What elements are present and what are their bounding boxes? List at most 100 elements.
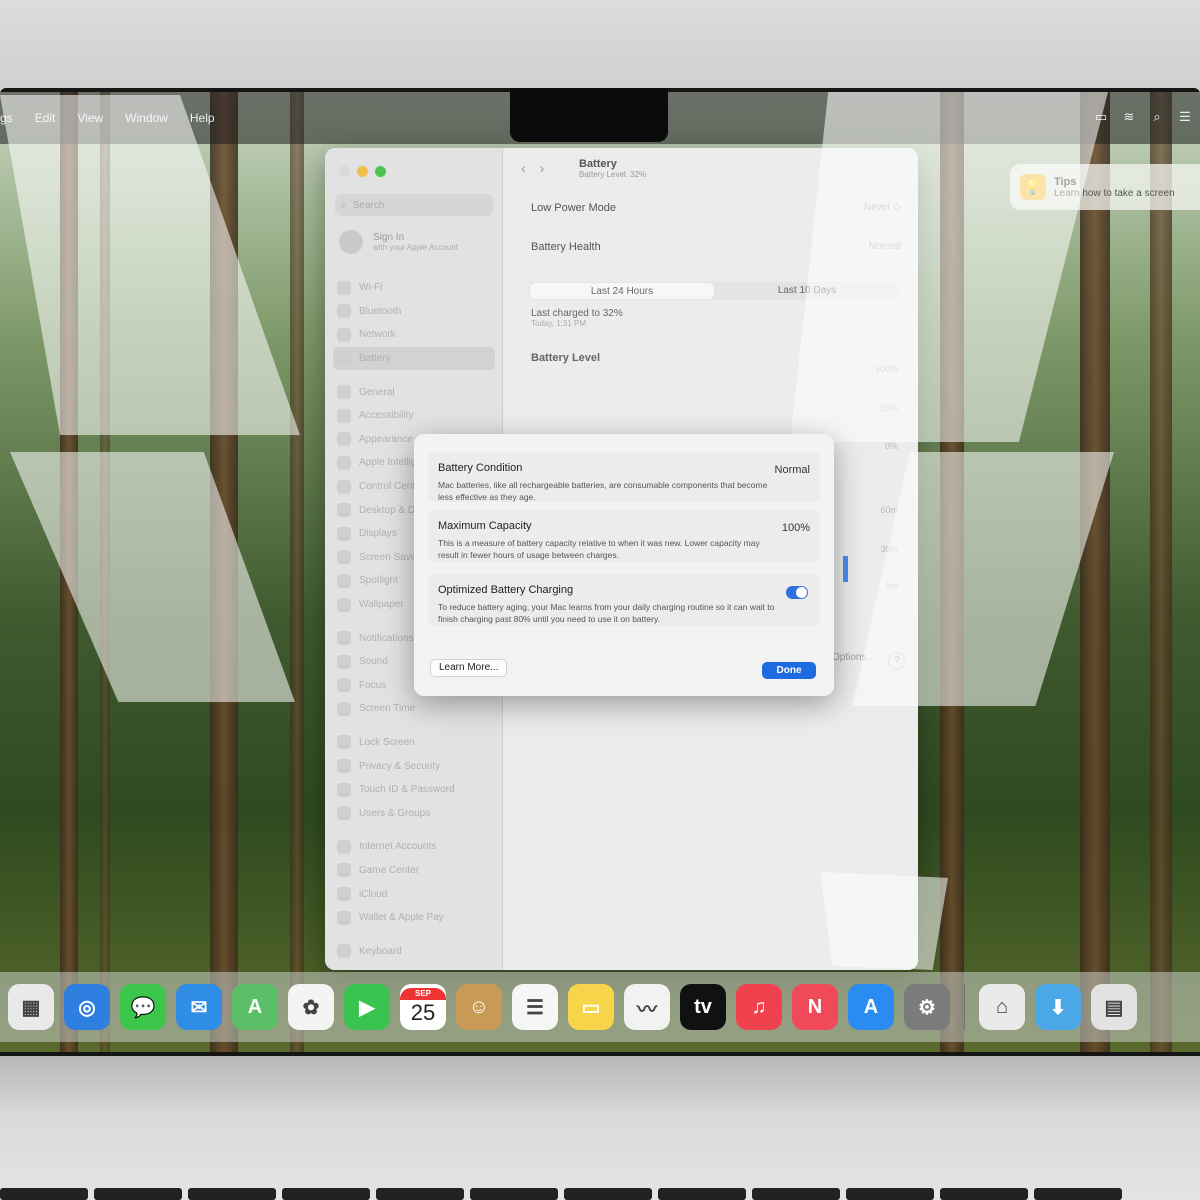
- sidebar-item-label: Battery: [359, 353, 391, 365]
- sidebar-item-wallet-apple-pay[interactable]: Wallet & Apple Pay: [333, 906, 495, 930]
- news-icon[interactable]: N: [792, 984, 838, 1030]
- sidebar-item-network[interactable]: Network: [333, 323, 495, 347]
- back-arrow-icon[interactable]: ‹: [521, 160, 526, 176]
- safari-icon[interactable]: ◎: [64, 984, 110, 1030]
- menu-item[interactable]: gs: [0, 111, 13, 125]
- sidebar-item-accessibility[interactable]: Accessibility: [333, 404, 495, 428]
- tab-last-10-days[interactable]: Last 10 Days: [715, 282, 899, 300]
- low-power-mode-row[interactable]: Low Power Mode Never ◇: [531, 202, 901, 214]
- dock-separator: [964, 984, 965, 1030]
- menu-items: gs Edit View Window Help: [0, 111, 215, 125]
- learn-more-button[interactable]: Learn More...: [430, 659, 508, 677]
- calendar-day: 25: [410, 1000, 436, 1025]
- lightbulb-icon: 💡: [1020, 174, 1046, 200]
- tips-notification[interactable]: 💡 Tips Learn how to take a screen: [1010, 164, 1200, 210]
- menu-item[interactable]: Edit: [35, 111, 56, 125]
- battery-health-value: Normal: [868, 241, 901, 252]
- sidebar-item-battery[interactable]: Battery: [333, 346, 495, 371]
- sidebar-item-icloud[interactable]: iCloud: [333, 882, 495, 906]
- sidebar-item-label: Spotlight: [359, 575, 398, 587]
- desktop-dock-icon: [337, 503, 351, 518]
- game-center-icon: [337, 863, 351, 878]
- forward-arrow-icon[interactable]: ›: [540, 160, 545, 176]
- privacy-security-icon: [337, 759, 351, 774]
- sidebar-item-label: Wallet & Apple Pay: [359, 912, 444, 924]
- sidebar-separator: [333, 370, 495, 380]
- sidebar-item-wi-fi[interactable]: Wi-Fi: [333, 276, 495, 300]
- sidebar-item-keyboard[interactable]: Keyboard: [333, 939, 495, 963]
- sidebar-item-label: Displays: [359, 528, 397, 540]
- facetime-icon[interactable]: ▶: [344, 984, 390, 1030]
- notes-icon[interactable]: ▭: [568, 984, 614, 1030]
- launchpad-icon[interactable]: ▦: [8, 984, 54, 1030]
- menu-item[interactable]: Help: [190, 111, 215, 125]
- messages-icon[interactable]: 💬: [120, 984, 166, 1030]
- sidebar-item-label: Bluetooth: [359, 305, 402, 317]
- sidebar-item-touch-id-password[interactable]: Touch ID & Password: [333, 778, 495, 802]
- window-controls: [339, 166, 386, 177]
- battery-icon[interactable]: ▭: [1094, 110, 1108, 124]
- music-icon[interactable]: ♫: [736, 984, 782, 1030]
- freeform-icon[interactable]: 〰: [624, 984, 670, 1030]
- sidebar-item-label: Lock Screen: [359, 736, 415, 748]
- iphone-mirroring-icon[interactable]: ⌂: [979, 984, 1025, 1030]
- axis-label: 0%: [884, 441, 898, 451]
- tab-last-24-hours[interactable]: Last 24 Hours: [530, 283, 714, 299]
- sidebar-item-general[interactable]: General: [333, 380, 495, 404]
- sidebar-item-label: Game Center: [359, 864, 420, 876]
- wifi-icon[interactable]: ≋: [1122, 110, 1136, 124]
- sidebar-item-lock-screen[interactable]: Lock Screen: [333, 731, 495, 755]
- battery-health-sheet: Battery Condition Normal Mac batteries, …: [414, 434, 834, 696]
- downloads-folder-icon[interactable]: ⬇: [1035, 984, 1081, 1030]
- sidebar-item-privacy-security[interactable]: Privacy & Security: [333, 754, 495, 778]
- system-settings-icon[interactable]: ⚙: [904, 984, 950, 1030]
- sidebar-item-label: Notifications: [359, 632, 414, 644]
- sidebar-item-label: Network: [359, 329, 396, 341]
- tips-text: Learn how to take a screen: [1054, 187, 1175, 199]
- finder-window-icon[interactable]: ▤: [1091, 984, 1137, 1030]
- zoom-button[interactable]: [375, 166, 386, 177]
- pane-title: Battery Battery Level: 32%: [579, 158, 646, 179]
- done-button[interactable]: Done: [762, 662, 816, 679]
- help-button[interactable]: ?: [888, 652, 906, 670]
- sidebar-item-label: Appearance: [359, 433, 413, 445]
- notifications-icon: [337, 631, 351, 646]
- sidebar-item-label: Screen Time: [359, 703, 416, 715]
- search-input[interactable]: ⌕ Search: [335, 194, 493, 216]
- photos-icon[interactable]: ✿: [288, 984, 334, 1030]
- menu-item[interactable]: Window: [125, 111, 168, 125]
- optimized-charging-title: Optimized Battery Charging: [438, 584, 574, 596]
- sidebar-item-users-groups[interactable]: Users & Groups: [333, 801, 495, 825]
- battery-health-row[interactable]: Battery Health Normal: [531, 241, 901, 253]
- control-center-icon[interactable]: ☰: [1178, 110, 1192, 124]
- close-button[interactable]: [339, 166, 350, 177]
- sign-in-subtitle: with your Apple Account: [373, 243, 458, 252]
- minimize-button[interactable]: [357, 166, 368, 177]
- reminders-icon[interactable]: ☰: [512, 984, 558, 1030]
- sidebar-item-screen-time[interactable]: Screen Time: [333, 697, 495, 721]
- apple-tv-icon[interactable]: tv: [680, 984, 726, 1030]
- spotlight-icon: [337, 573, 351, 588]
- optimized-charging-toggle[interactable]: [786, 586, 808, 599]
- app-store-icon[interactable]: A: [848, 984, 894, 1030]
- sidebar-item-bluetooth[interactable]: Bluetooth: [333, 300, 495, 324]
- sidebar-item-game-center[interactable]: Game Center: [333, 859, 495, 883]
- maps-icon[interactable]: A: [232, 984, 278, 1030]
- sidebar-item-label: Wallpaper: [359, 599, 404, 611]
- last-charged: Last charged to 32% Today, 1:31 PM: [531, 308, 623, 328]
- search-icon[interactable]: ⌕: [1150, 110, 1164, 124]
- contacts-icon[interactable]: ☺: [456, 984, 502, 1030]
- laptop-bezel-top: [0, 0, 1200, 92]
- calendar-icon[interactable]: SEP 25: [400, 984, 446, 1030]
- internet-accounts-icon: [337, 839, 351, 854]
- pane-title-text: Battery: [579, 158, 617, 170]
- optimized-charging-desc: To reduce battery aging, your Mac learns…: [438, 602, 775, 624]
- mail-icon[interactable]: ✉: [176, 984, 222, 1030]
- sign-in-item[interactable]: Sign In with your Apple Account: [339, 230, 458, 254]
- sidebar-item-internet-accounts[interactable]: Internet Accounts: [333, 835, 495, 859]
- options-button[interactable]: Options...: [832, 652, 875, 663]
- menu-item[interactable]: View: [77, 111, 103, 125]
- low-power-mode-select[interactable]: Never ◇: [864, 202, 901, 214]
- keyboard-row: [0, 1188, 1200, 1200]
- lock-screen-icon: [337, 735, 351, 750]
